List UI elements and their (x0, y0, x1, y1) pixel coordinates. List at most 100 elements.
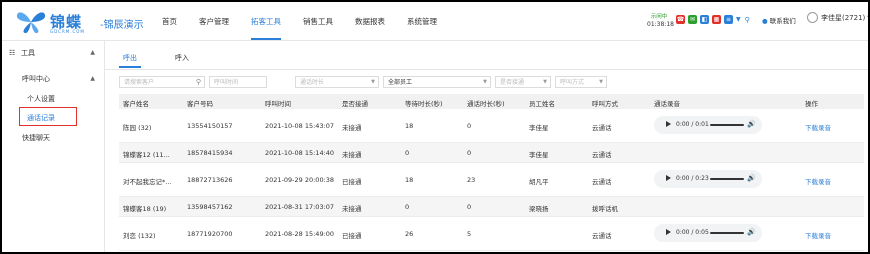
nav-prospecting-tools[interactable]: 拓客工具 (251, 2, 281, 40)
table-row[interactable]: 锦蝶客12 (11... 18578415934 2021-10-08 15:1… (119, 143, 864, 163)
avatar (807, 12, 818, 23)
table-row[interactable]: 对不起我忘记*... 18872713626 2021-09-29 20:00:… (119, 163, 864, 197)
connected-select[interactable]: 是否接通 ▼ (495, 76, 551, 88)
table-row[interactable]: 锦蝶客18 (19) 13598457162 2021-08-31 17:03:… (119, 197, 864, 217)
audio-player[interactable]: 0:00 / 0:23 🔊 (654, 170, 762, 188)
search-input[interactable]: 请搜索客户 ⚲ (119, 76, 205, 88)
talk-time: 0 (467, 122, 472, 130)
download-recording-link[interactable]: 下载录音 (805, 230, 831, 240)
sidebar-item-personal-settings[interactable]: 个人设置 (2, 90, 103, 108)
nav-data-reports[interactable]: 数据报表 (355, 2, 385, 40)
call-time-picker[interactable]: 呼叫时间 (209, 76, 267, 88)
call-time-placeholder: 呼叫时间 (214, 79, 239, 86)
col-customer-name: 客户姓名 (123, 100, 149, 108)
play-icon[interactable] (666, 121, 671, 127)
volume-icon[interactable]: 🔊 (747, 174, 756, 182)
chat-icon[interactable]: ◧ (700, 15, 709, 24)
tab-outgoing[interactable]: 呼出 (119, 50, 141, 68)
customer-name[interactable]: 刘恋 (132) (123, 230, 156, 240)
sidebar-group-call-center[interactable]: 呼叫中心 ▲ (2, 70, 103, 88)
staff-name: 李佳星 (529, 151, 549, 159)
phone-icon[interactable]: ☎ (676, 15, 685, 24)
customer-name[interactable]: 对不起我忘记*... (123, 176, 171, 186)
customer-phone: 18771920700 (187, 230, 233, 238)
customer-phone: 13554150157 (187, 122, 233, 130)
message-icon[interactable]: ✉ (688, 15, 697, 24)
col-call-time: 呼叫时间 (265, 100, 291, 108)
staff-name: 李佳星 (529, 124, 549, 132)
col-recording: 通话录音 (654, 100, 680, 108)
volume-icon[interactable]: 🔊 (747, 228, 756, 236)
logo[interactable]: 锦蝶 GDCRM.COM -锦辰演示 (16, 8, 166, 36)
agent-status[interactable]: 示闲中 01:38:18 (647, 13, 674, 29)
play-icon[interactable] (666, 229, 671, 235)
audio-progress[interactable] (710, 124, 744, 126)
download-recording-link[interactable]: 下载录音 (805, 122, 831, 132)
selection-highlight (19, 107, 77, 126)
calendar-icon[interactable]: ▦ (712, 15, 721, 24)
col-talk-time: 通话时长(秒) (467, 100, 505, 108)
connected-status: 未接通 (342, 205, 362, 213)
connected-placeholder: 是否接通 (500, 79, 525, 86)
sidebar-item-quick-chat[interactable]: 快捷聊天 (2, 129, 103, 147)
customer-phone: 18872713626 (187, 176, 233, 184)
talk-time: 0 (467, 149, 472, 157)
list-icon[interactable]: ≡ (724, 15, 733, 24)
col-connected: 是否接通 (342, 100, 368, 108)
staff-name: 梁晓扬 (529, 205, 549, 213)
nav-customer-management[interactable]: 客户管理 (199, 2, 229, 40)
play-icon[interactable] (666, 175, 671, 181)
call-time: 2021-10-08 15:14:40 (265, 149, 335, 157)
talk-time: 0 (467, 203, 472, 211)
call-method: 云通话 (592, 232, 612, 240)
status-timer: 01:38:18 (647, 21, 674, 28)
chevron-down-icon: ▼ (543, 79, 547, 85)
customer-name[interactable]: 锦蝶客12 (11... (123, 149, 170, 159)
audio-time: 0:00 / 0:23 (676, 175, 709, 182)
audio-progress[interactable] (710, 178, 744, 180)
sidebar-item-label: 工具 (21, 49, 35, 57)
top-header: 锦蝶 GDCRM.COM -锦辰演示 首页 客户管理 拓客工具 销售工具 数据报… (2, 2, 868, 41)
audio-player[interactable]: 0:00 / 0:05 🔊 (654, 224, 762, 242)
sidebar-item-label: 呼叫中心 (22, 75, 50, 83)
table-row[interactable]: 陈园 (32) 13554150157 2021-10-08 15:43:07 … (119, 109, 864, 143)
customer-phone: 18578415934 (187, 149, 233, 157)
call-duration-select[interactable]: 通话时长 ▼ (295, 76, 379, 88)
chevron-down-icon[interactable]: ▼ (736, 16, 741, 23)
audio-progress[interactable] (710, 232, 744, 234)
table-row[interactable]: 刘恋 (132) 18771920700 2021-08-28 15:49:00… (119, 217, 864, 251)
search-icon: ⚲ (195, 78, 201, 86)
connected-status: 未接通 (342, 124, 362, 132)
search-icon[interactable]: ⚲ (745, 16, 750, 24)
sidebar-item-tools[interactable]: ☷ 工具 ▲ (2, 44, 103, 62)
sidebar-item-label: 个人设置 (27, 95, 55, 103)
tab-incoming[interactable]: 呼入 (171, 50, 193, 68)
table-header: 客户姓名 客户号码 呼叫时间 是否接通 等待时长(秒) 通话时长(秒) 员工姓名… (119, 94, 864, 109)
call-method: 云通话 (592, 124, 612, 132)
download-recording-link[interactable]: 下载录音 (805, 176, 831, 186)
call-method: 拨呼话机 (592, 205, 618, 213)
call-method: 云通话 (592, 151, 612, 159)
nav-sales-tools[interactable]: 销售工具 (303, 2, 333, 40)
contact-us-link[interactable]: ● 联系我们 (762, 15, 796, 25)
staff-value: 全部员工 (388, 79, 413, 86)
call-method-select[interactable]: 呼叫方式 ▼ (555, 76, 607, 88)
staff-select[interactable]: 全部员工 ▼ (383, 76, 491, 88)
talk-time: 5 (467, 230, 472, 238)
call-time: 2021-10-08 15:43:07 (265, 122, 335, 130)
nav-home[interactable]: 首页 (162, 2, 177, 40)
contact-label: 联系我们 (769, 17, 796, 25)
volume-icon[interactable]: 🔊 (747, 120, 756, 128)
chevron-up-icon: ▲ (90, 49, 95, 56)
contact-icon: ● (762, 17, 768, 25)
audio-player[interactable]: 0:00 / 0:01 🔊 (654, 116, 762, 134)
user-menu[interactable]: 李佳星(2721) ▼ (807, 12, 868, 23)
customer-name[interactable]: 陈园 (32) (123, 122, 151, 132)
divider (105, 69, 868, 70)
nav-system-management[interactable]: 系统管理 (407, 2, 437, 40)
sidebar-item-label: 快捷聊天 (22, 134, 50, 142)
col-wait-time: 等待时长(秒) (405, 100, 443, 108)
sidebar: ☷ 工具 ▲ 呼叫中心 ▲ 个人设置 通话记录 快捷聊天 (2, 41, 105, 252)
customer-name[interactable]: 锦蝶客18 (19) (123, 203, 166, 213)
audio-time: 0:00 / 0:05 (676, 229, 709, 236)
